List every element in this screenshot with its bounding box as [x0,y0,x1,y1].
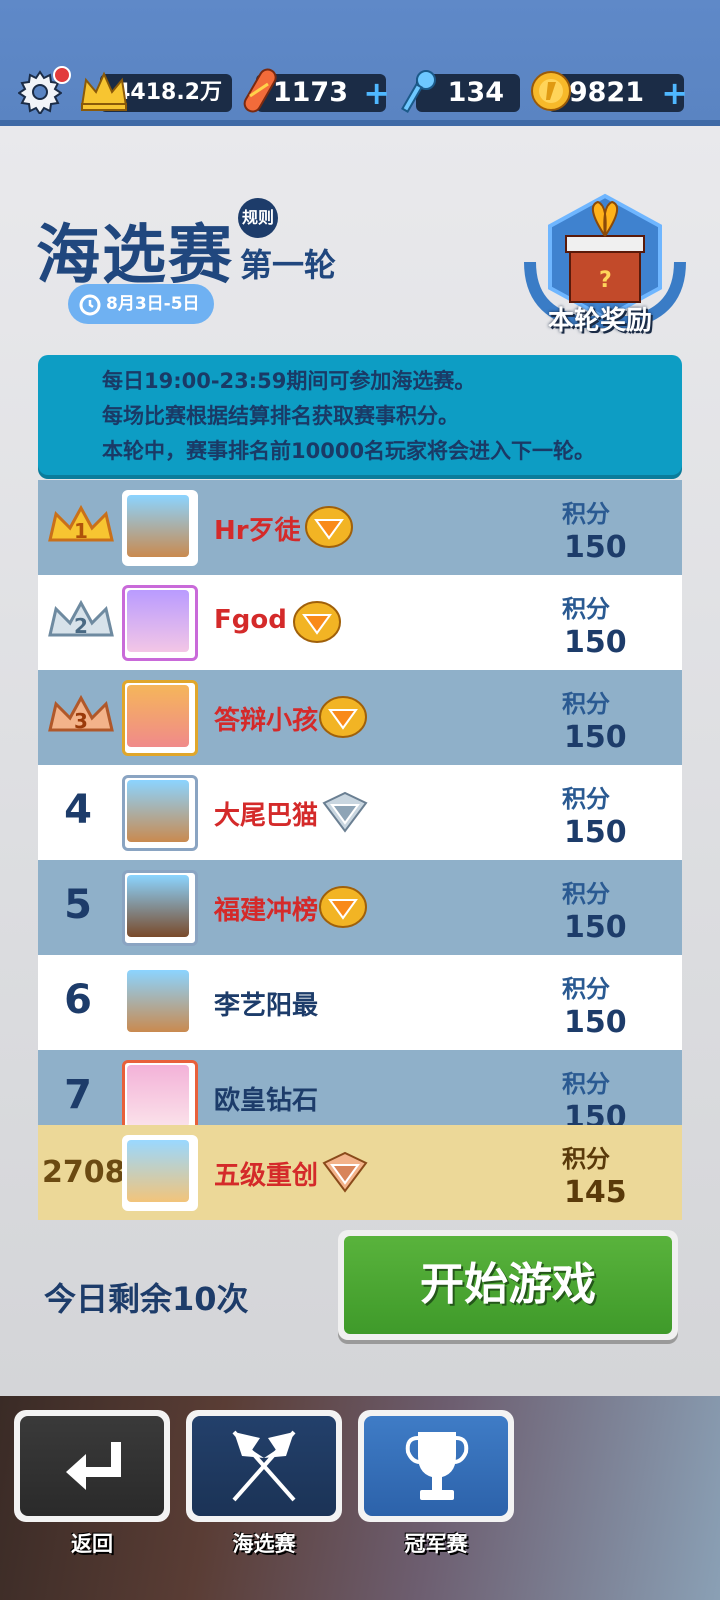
champion-tab-label: 冠军赛 [404,1532,468,1556]
player-name: 大尾巴猫 [214,801,319,831]
diamond-rank-badge-icon [322,791,368,833]
my-score-value: 145 [564,1175,627,1210]
info-line-1: 每日19:00-23:59期间可参加海选赛。 [102,369,476,393]
my-rank-row[interactable]: 2708 五级重创 积分 145 [38,1125,682,1220]
score-value: 150 [564,530,627,565]
gold-rank-badge-icon [305,506,353,548]
key-icon [401,70,436,113]
score-value: 150 [564,910,627,945]
rank-number: 5 [64,882,92,928]
avatar [122,965,198,1041]
trophy-icon [405,1432,469,1500]
gold-crown-icon: 1 [48,504,114,543]
return-arrow-icon [66,1442,121,1490]
info-banner: 每日19:00-23:59期间可参加海选赛。 每场比赛根据结算排名获取赛事积分。… [38,355,682,475]
round-reward-label: 本轮奖励 [548,306,653,336]
coin-icon [531,71,571,111]
player-name: Hr歹徒 [214,516,301,546]
add-coins-button[interactable]: + [661,74,688,112]
player-name: 李艺阳最 [214,991,319,1021]
score-label: 积分 [562,595,610,623]
clock-icon [79,294,101,316]
gold-rank-badge-icon [293,601,341,643]
gold-rank-badge-icon [319,696,367,738]
bronze-crown-icon: 3 [48,694,114,733]
score-label: 积分 [562,785,610,813]
notification-dot [53,66,71,84]
table-row[interactable]: 4 大尾巴猫 积分 150 [38,765,682,860]
player-name: 欧皇钻石 [214,1086,319,1116]
rank-number: 4 [64,787,92,833]
table-row[interactable]: 3 答辩小孩 积分 150 [38,670,682,765]
hoverboard-icon [243,68,277,113]
bronze-rank-badge-icon [322,1151,368,1193]
my-avatar [122,1135,198,1211]
score-label: 积分 [562,690,610,718]
svg-text:2: 2 [74,614,88,638]
svg-text:3: 3 [74,709,88,733]
start-game-button[interactable]: 开始游戏 [338,1230,678,1340]
add-hoverboard-button[interactable]: + [363,74,390,112]
rank-number: 6 [64,977,92,1023]
silver-crown-icon: 2 [48,599,114,638]
score-label: 积分 [562,880,610,908]
crown-icon [80,71,128,111]
remaining-attempts: 今日剩余10次 [44,1280,249,1318]
score-value: 150 [564,720,627,755]
score-value: 150 [564,1100,627,1125]
info-line-3: 本轮中，赛事排名前10000名玩家将会进入下一轮。 [102,439,596,463]
audition-tab[interactable] [186,1410,342,1522]
table-row[interactable]: 7 欧皇钻石 积分 150 [38,1050,682,1125]
avatar [122,490,198,566]
back-label: 返回 [71,1532,113,1556]
score-label: 积分 [562,1070,610,1098]
date-range-text: 8月3日-5日 [106,294,200,314]
round-label: 第一轮 [240,246,337,284]
rules-button[interactable]: 规则 [238,198,278,238]
gold-rank-badge-icon [319,886,367,928]
avatar [122,1060,198,1125]
my-rank-number: 2708 [42,1155,126,1190]
page-title: 海选赛 [36,219,234,293]
score-label: 积分 [562,500,610,528]
svg-text:1: 1 [74,519,88,543]
table-row[interactable]: 1 Hr歹徒 积分 150 [38,480,682,575]
score-value: 150 [564,1005,627,1040]
avatar [122,680,198,756]
player-name: Fgod [214,605,287,635]
score-value: 150 [564,815,627,850]
back-button[interactable] [14,1410,170,1522]
avatar [122,870,198,946]
start-game-label: 开始游戏 [344,1236,672,1334]
avatar [122,585,198,661]
score-label: 积分 [562,975,610,1003]
svg-text:?: ? [599,268,612,293]
score-label: 积分 [562,1145,610,1173]
avatar [122,775,198,851]
player-name: 答辩小孩 [214,706,319,736]
rank-number: 7 [64,1072,92,1118]
table-row[interactable]: 2 Fgod 积分 150 [38,575,682,670]
info-line-2: 每场比赛根据结算排名获取赛事积分。 [102,404,459,428]
leaderboard[interactable]: 1 Hr歹徒 积分 150 2 Fgod 积分 150 3 答辩小孩 积分 15… [38,480,682,1125]
table-row[interactable]: 5 福建冲榜 积分 150 [38,860,682,955]
crossed-flags-icon [232,1430,296,1502]
my-player-name: 五级重创 [214,1161,319,1191]
date-range-badge: 8月3日-5日 [68,284,214,324]
table-row[interactable]: 6 李艺阳最 积分 150 [38,955,682,1050]
audition-tab-label: 海选赛 [232,1532,296,1556]
champion-tab[interactable] [358,1410,514,1522]
score-value: 150 [564,625,627,660]
player-name: 福建冲榜 [214,896,319,926]
